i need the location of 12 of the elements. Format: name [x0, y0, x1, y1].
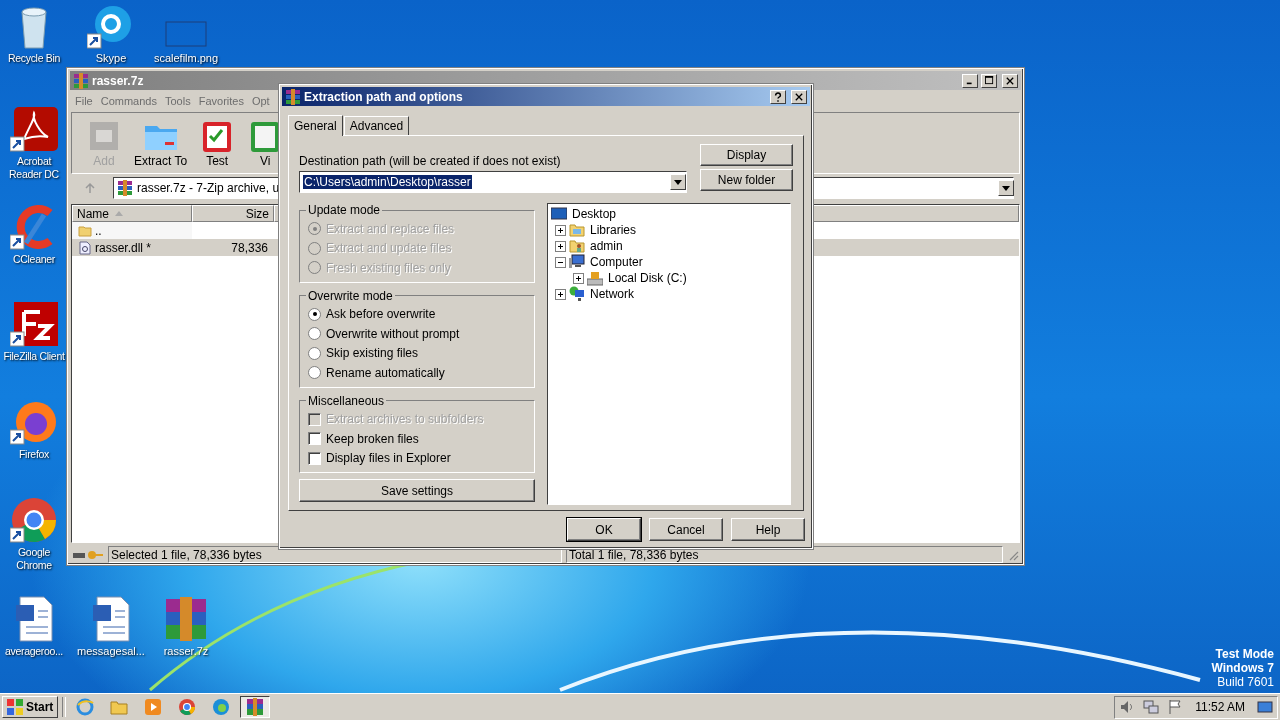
watermark-text: Build 7601: [1217, 675, 1274, 689]
group-title: Miscellaneous: [307, 393, 386, 408]
field-label: Destination path (will be created if does not exist): [299, 154, 562, 168]
file-name: ..: [95, 223, 102, 238]
group-title: Update mode: [307, 203, 382, 217]
dialog-title: Extraction path and options: [304, 89, 463, 104]
watermark-text: Test Mode: [1215, 647, 1274, 661]
file-size: 78,336: [231, 240, 268, 255]
watermark-text: Windows 7: [1211, 661, 1274, 675]
group-title: Overwrite mode: [307, 288, 394, 303]
window-title: rasser.7z: [92, 73, 144, 88]
file-name: rasser.dll *: [95, 240, 152, 255]
